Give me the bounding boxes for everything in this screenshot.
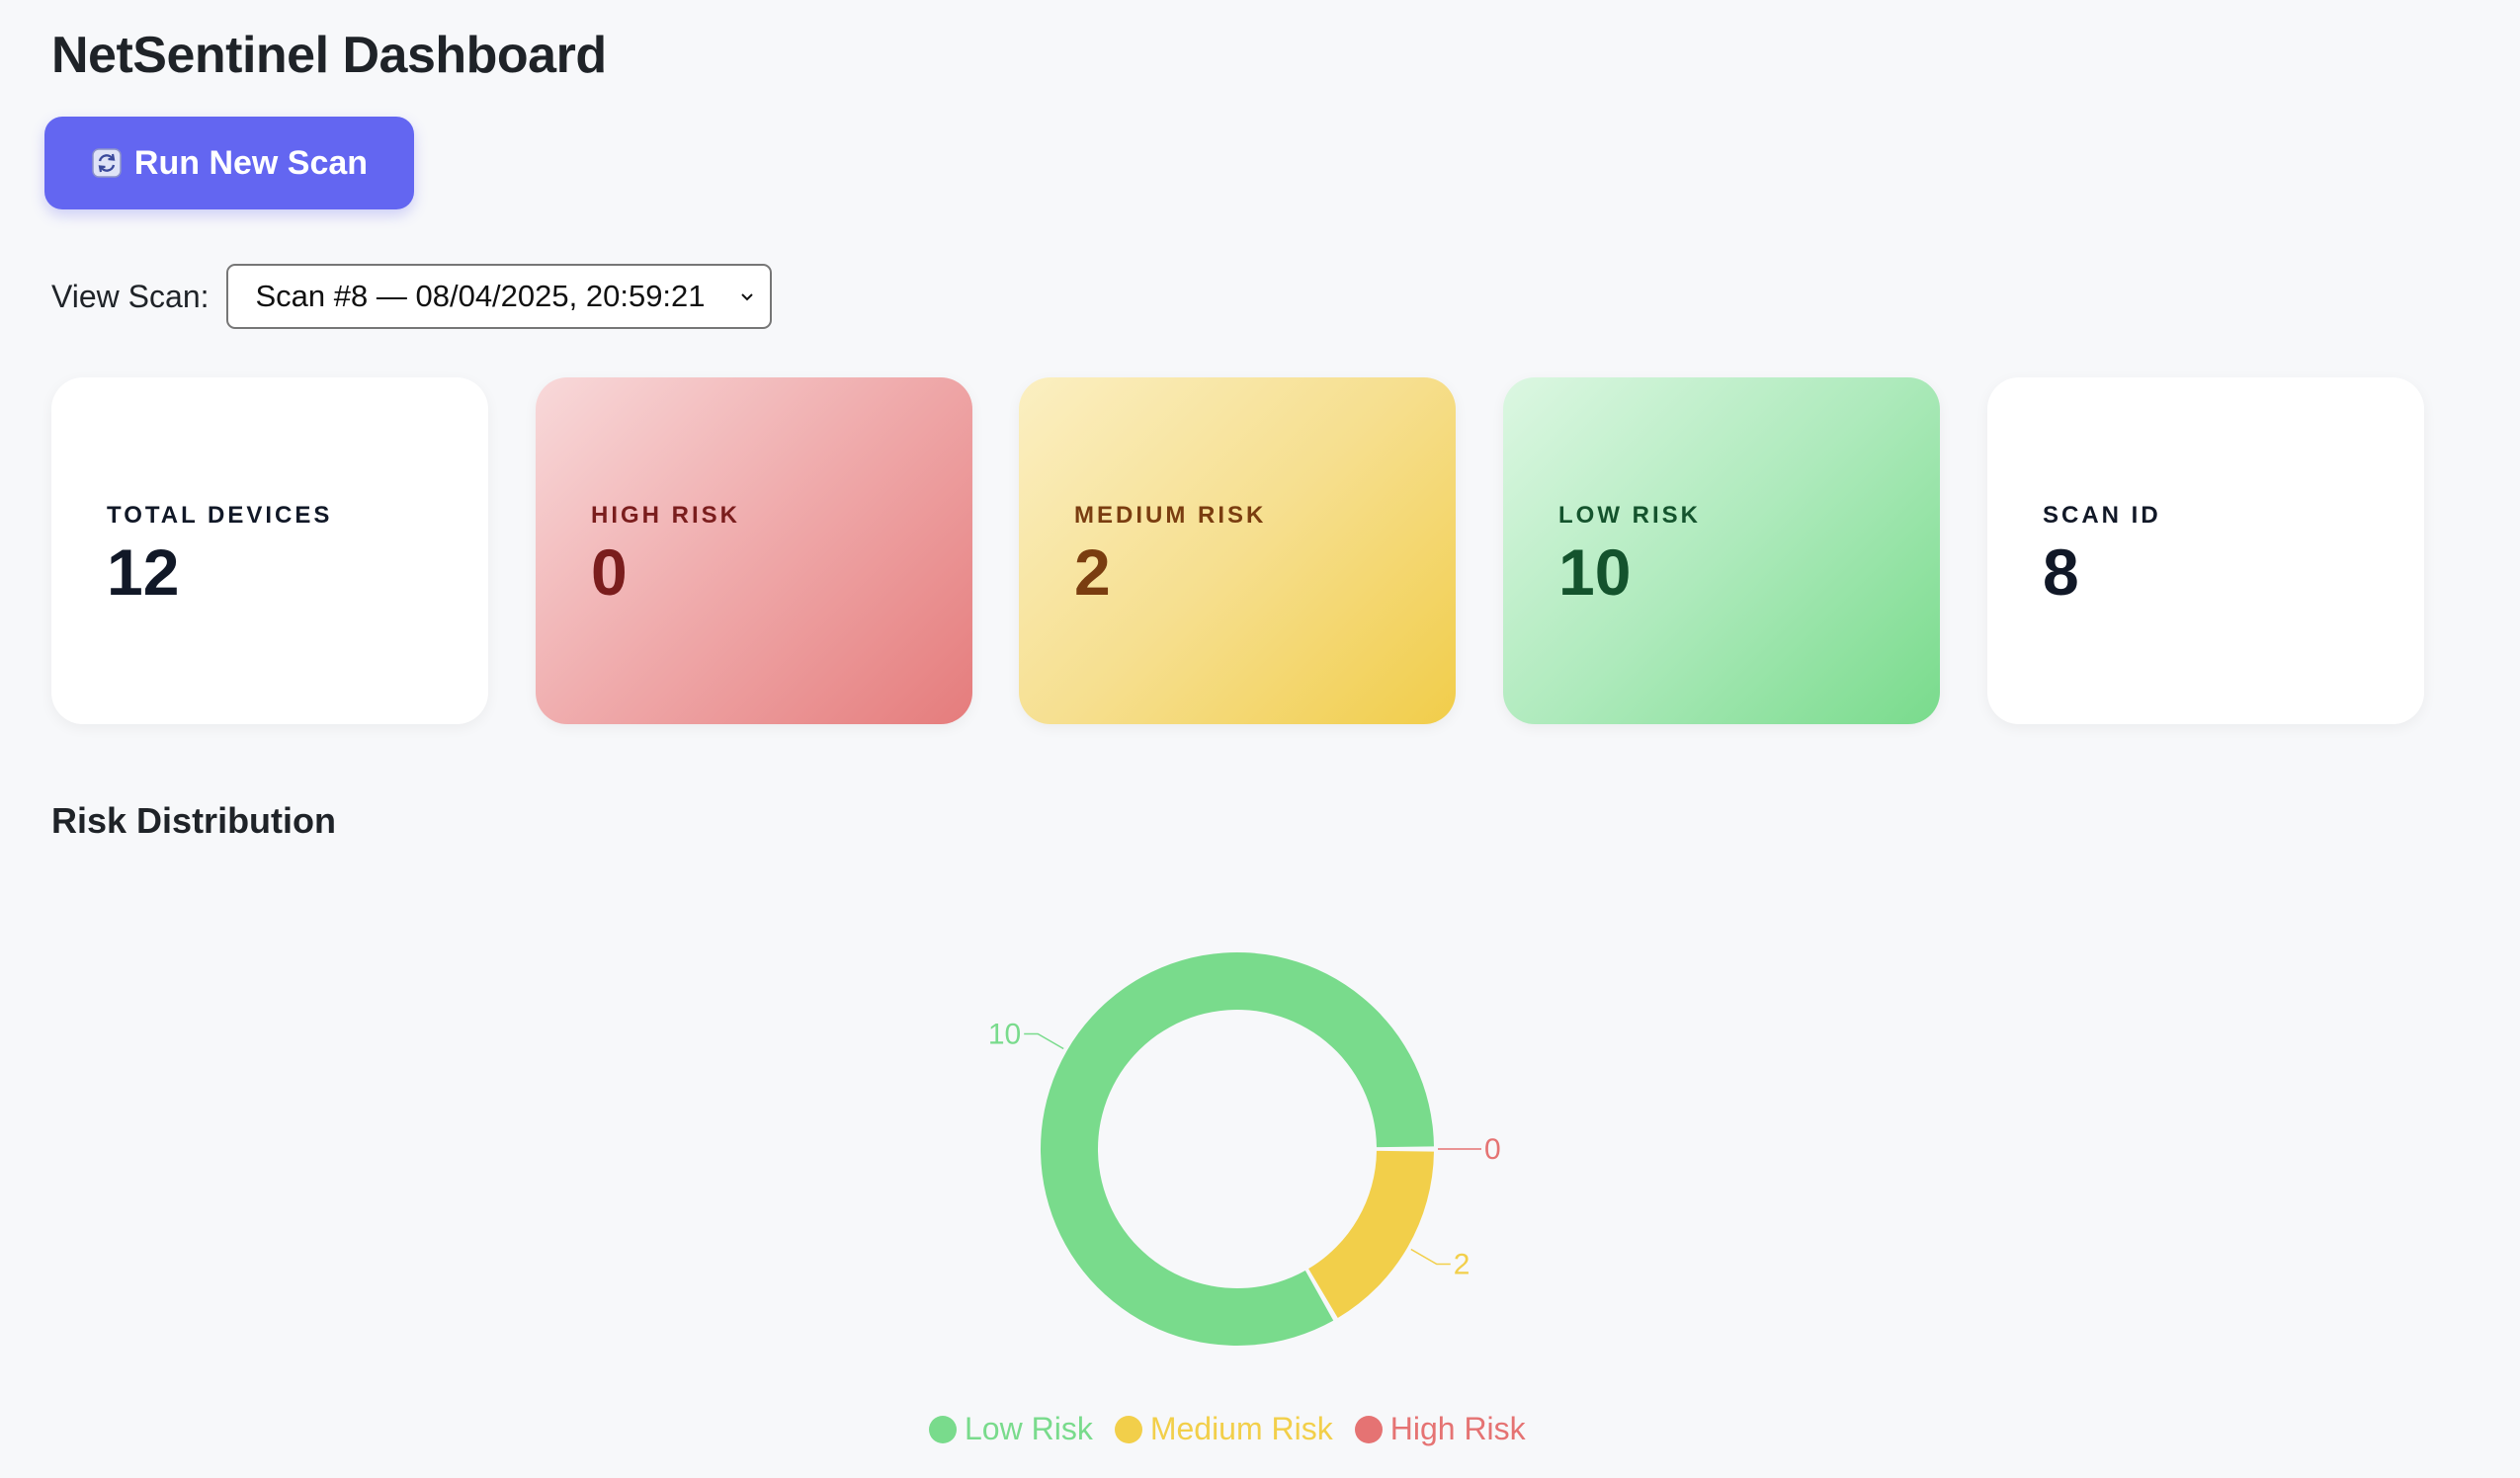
medium-risk-value: 2 bbox=[1074, 535, 1111, 609]
legend-item-medium-risk[interactable]: Medium Risk bbox=[1114, 1411, 1333, 1447]
run-new-scan-label: Run New Scan bbox=[133, 143, 369, 182]
data-label-medium-risk: 2 bbox=[1454, 1249, 1470, 1281]
medium-risk-card: MEDIUM RISK 2 bbox=[1019, 377, 1456, 724]
total-devices-card: TOTAL DEVICES 12 bbox=[51, 377, 488, 724]
legend-label-high-risk: High Risk bbox=[1389, 1411, 1526, 1446]
legend-item-low-risk[interactable]: Low Risk bbox=[929, 1411, 1093, 1447]
legend-item-high-risk[interactable]: High Risk bbox=[1354, 1411, 1526, 1447]
leader-line-low-risk bbox=[1024, 1032, 1064, 1050]
legend-dot-icon bbox=[1114, 1415, 1142, 1443]
scan-select-value: Scan #8 — 08/04/2025, 20:59:21 bbox=[255, 279, 706, 313]
refresh-icon bbox=[91, 147, 123, 179]
legend-dot-icon bbox=[1354, 1415, 1383, 1443]
chevron-down-icon bbox=[738, 287, 756, 305]
scan-id-card: SCAN ID 8 bbox=[1987, 377, 2424, 724]
high-risk-value: 0 bbox=[591, 535, 628, 609]
leader-line-medium-risk bbox=[1410, 1248, 1451, 1266]
high-risk-card: HIGH RISK 0 bbox=[536, 377, 972, 724]
data-label-low-risk: 10 bbox=[988, 1019, 1021, 1051]
total-devices-value: 12 bbox=[107, 535, 180, 609]
low-risk-label: LOW RISK bbox=[1558, 502, 1701, 529]
risk-distribution-title: Risk Distribution bbox=[51, 800, 337, 841]
donut-slice-medium-risk[interactable] bbox=[1308, 1150, 1434, 1319]
risk-distribution-chart: 0 2 10 bbox=[988, 952, 1501, 1346]
legend-dot-icon bbox=[929, 1415, 957, 1443]
legend-label-low-risk: Low Risk bbox=[965, 1411, 1093, 1446]
medium-risk-label: MEDIUM RISK bbox=[1074, 502, 1267, 529]
legend-label-medium-risk: Medium Risk bbox=[1149, 1411, 1333, 1446]
view-scan-label: View Scan: bbox=[51, 278, 210, 314]
scan-id-value: 8 bbox=[2043, 535, 2079, 609]
scan-id-label: SCAN ID bbox=[2043, 502, 2161, 529]
data-label-high-risk: 0 bbox=[1484, 1133, 1501, 1166]
run-new-scan-button[interactable]: Run New Scan bbox=[44, 117, 414, 209]
page-title: NetSentinel Dashboard bbox=[51, 27, 607, 84]
scan-selector-row: View Scan: Scan #8 — 08/04/2025, 20:59:2… bbox=[51, 263, 772, 330]
chart-legend: Low Risk Medium Risk High Risk bbox=[929, 1411, 1526, 1447]
scan-select[interactable]: Scan #8 — 08/04/2025, 20:59:21 bbox=[225, 264, 772, 329]
low-risk-card: LOW RISK 10 bbox=[1503, 377, 1940, 724]
high-risk-label: HIGH RISK bbox=[591, 502, 741, 529]
low-risk-value: 10 bbox=[1558, 535, 1632, 609]
total-devices-label: TOTAL DEVICES bbox=[107, 502, 333, 529]
